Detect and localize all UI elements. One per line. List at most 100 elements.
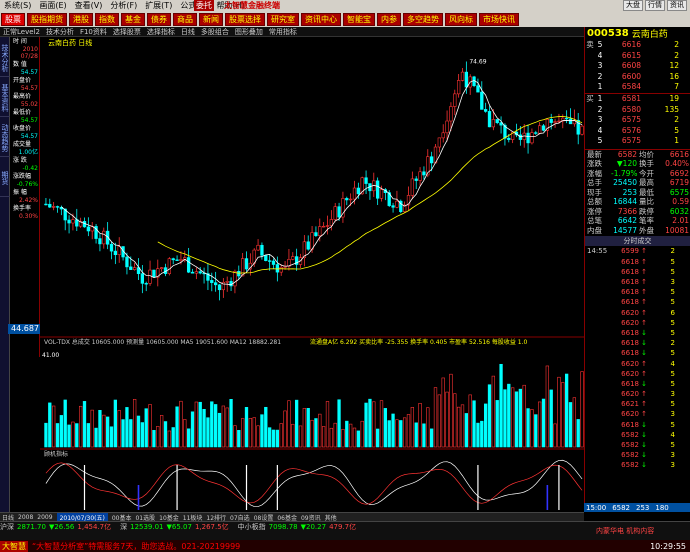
toolbar-smart[interactable]: 智能宝 [343, 12, 375, 26]
tick-row[interactable]: 6618 ↑ 5 [585, 257, 690, 267]
volume-bar [564, 373, 569, 448]
volume-bar [217, 412, 222, 448]
toolbar-stock-select[interactable]: 股票选择 [225, 12, 265, 26]
tick-row[interactable]: 6620 ↑ 3 [585, 409, 690, 419]
menu-analysis[interactable]: 分析(F) [110, 0, 137, 11]
bid-row[interactable]: 4 6576 5 [585, 126, 690, 137]
scroller-text[interactable]: “大智慧分析室”特需服务7天，助您选战。021-20219999 [32, 541, 240, 552]
tick-row[interactable]: 6618 ↑ 3 [585, 277, 690, 287]
toolbar-futures[interactable]: 股指期货 [27, 12, 67, 26]
toolbar-index[interactable]: 指数 [95, 12, 119, 26]
tick-row[interactable]: 6618 ↓ 5 [585, 420, 690, 430]
lefttab-basic[interactable]: 基本资料 [0, 77, 10, 117]
menu-extend[interactable]: 扩展(T) [145, 0, 172, 11]
toolbar-bond[interactable]: 债券 [147, 12, 171, 26]
ask-row[interactable]: 4 6615 2 [585, 51, 690, 62]
quote-key: 跌停 [639, 206, 654, 216]
bid-row[interactable]: 3 6575 2 [585, 115, 690, 126]
index-item[interactable]: 中小板指 7098.78 ▼20.27 479.7亿 [238, 522, 359, 531]
orderbook-volume: 2 [674, 40, 679, 49]
volume-bar [449, 373, 453, 448]
tick-row[interactable]: 6618 ↓ 5 [585, 328, 690, 338]
window-tab-news[interactable]: 资讯 [667, 0, 687, 11]
ask-row[interactable]: 卖 5 6616 2 [585, 40, 690, 51]
tick-row[interactable]: 14:55 6599 ↑ 2 [585, 246, 690, 256]
toolbar-fund[interactable]: 基金 [121, 12, 145, 26]
menu-system[interactable]: 系统(S) [4, 0, 31, 11]
subtool-multi[interactable]: 多股组合 [201, 27, 229, 37]
bid-row[interactable]: 5 6575 1 [585, 136, 690, 147]
tick-row[interactable]: 6618 ↑ 5 [585, 297, 690, 307]
tick-row[interactable]: 6620 ↑ 3 [585, 389, 690, 399]
index-item[interactable]: 沪深 2871.70 ▼26.56 1,454.7亿 [0, 522, 114, 531]
tick-list[interactable]: 14:55 6599 ↑ 2 6618 ↑ 5 6618 ↑ 5 6618 ↑ 3 6618 ↑ 5 6618 ↑… [585, 246, 690, 470]
clock: 10:29:55 [650, 541, 686, 551]
subtool-overlay[interactable]: 图形叠加 [235, 27, 263, 37]
tick-row[interactable]: 6621 ↑ 5 [585, 399, 690, 409]
ask-row[interactable]: 2 6600 16 [585, 72, 690, 83]
up-arrow-icon: ↑ [641, 390, 647, 399]
tick-row[interactable]: 6618 ↑ 5 [585, 287, 690, 297]
toolbar-insider[interactable]: 内参 [377, 12, 401, 26]
candle-body [167, 258, 172, 274]
lefttab-futures[interactable]: 期货 [0, 157, 10, 197]
ask-row[interactable]: 3 6608 12 [585, 61, 690, 72]
quote-key: 总额 [587, 197, 602, 207]
subtool-level2[interactable]: 正常Level2 [3, 27, 40, 37]
volume-bar [198, 401, 202, 448]
scroller-news[interactable]: 内蒙华电 机构内容 [596, 526, 654, 536]
index-item[interactable]: 深 12539.01 ▼65.07 1,267.5亿 [120, 522, 232, 531]
lefttab-dynamic[interactable]: 动态趋势 [0, 117, 10, 157]
tick-row[interactable]: 6620 ↑ 5 [585, 318, 690, 328]
volume-bar [468, 394, 472, 448]
orderbook-level: 2 [597, 71, 603, 81]
toolbar-stock[interactable]: 股票 [1, 12, 25, 26]
tick-row[interactable]: 6618 ↓ 5 [585, 379, 690, 389]
lefttab-tech[interactable]: 技术分析 [0, 37, 10, 77]
window-tab-quote[interactable]: 行情 [645, 0, 665, 11]
toolbar-news[interactable]: 新闻 [199, 12, 223, 26]
window-tab-market[interactable]: 大盘 [623, 0, 643, 11]
tick-row[interactable]: 6582 ↓ 5 [585, 440, 690, 450]
menu-edit[interactable]: 画面(E) [39, 0, 66, 11]
tick-row[interactable]: 6620 ↑ 4 [585, 359, 690, 369]
tick-row[interactable]: 6620 ↑ 6 [585, 308, 690, 318]
subtool-tech[interactable]: 技术分析 [46, 27, 74, 37]
subtool-select-indicator[interactable]: 选择指标 [147, 27, 175, 37]
down-arrow-icon: ↓ [641, 420, 647, 429]
quote-value: 6032 [669, 206, 689, 216]
badge-trade[interactable]: 委托 [194, 0, 214, 11]
toolbar-flash[interactable]: 市场快讯 [479, 12, 519, 26]
subtool-select-stock[interactable]: 选择股票 [113, 27, 141, 37]
toolbar-wind[interactable]: 风向标 [445, 12, 477, 26]
subtool-f10[interactable]: F10资料 [80, 27, 107, 37]
tick-row[interactable]: 6582 ↓ 4 [585, 430, 690, 440]
toolbar-info-center[interactable]: 资讯中心 [301, 12, 341, 26]
order-book: 卖 5 6616 2 4 6615 2 3 6608 12 2 6600 16 1 6584 7 买 1 6581 1… [585, 40, 690, 147]
bid-row[interactable]: 买 1 6581 19 [585, 94, 690, 105]
tick-row[interactable]: 6618 ↓ 2 [585, 338, 690, 348]
kline-chart[interactable]: 云南白药 日线 74.69 41.00 VOL-TDX 总成交 10605.000 预… [40, 37, 584, 512]
menu-view[interactable]: 查看(V) [75, 0, 103, 11]
toolbar-commodity[interactable]: 商品 [173, 12, 197, 26]
up-arrow-icon: ↑ [641, 267, 647, 276]
toolbar-trend[interactable]: 多空趋势 [403, 12, 443, 26]
toolbar-research[interactable]: 研究室 [267, 12, 299, 26]
ask-row[interactable]: 1 6584 7 [585, 82, 690, 93]
tick-header[interactable]: 分时成交 [585, 236, 690, 247]
tick-row[interactable]: 6582 ↓ 3 [585, 460, 690, 470]
toolbar-hk[interactable]: 港股 [69, 12, 93, 26]
subtool-period[interactable]: 日线 [181, 27, 195, 37]
orderbook-volume: 2 [674, 50, 679, 60]
tick-row[interactable]: 6618 ↑ 5 [585, 267, 690, 277]
tick-row[interactable]: 6618 ↓ 5 [585, 348, 690, 358]
tick-row[interactable]: 6582 ↓ 3 [585, 450, 690, 460]
volume-bar [476, 422, 480, 448]
bid-row[interactable]: 2 6580 135 [585, 105, 690, 116]
candle-body [395, 200, 399, 208]
subtool-common[interactable]: 常用指标 [269, 27, 297, 37]
bottom-tab[interactable]: 2009 [37, 514, 52, 521]
bottom-tab[interactable]: 2008 [18, 514, 33, 521]
volume-bar [213, 404, 218, 448]
tick-row[interactable]: 6620 ↑ 5 [585, 369, 690, 379]
